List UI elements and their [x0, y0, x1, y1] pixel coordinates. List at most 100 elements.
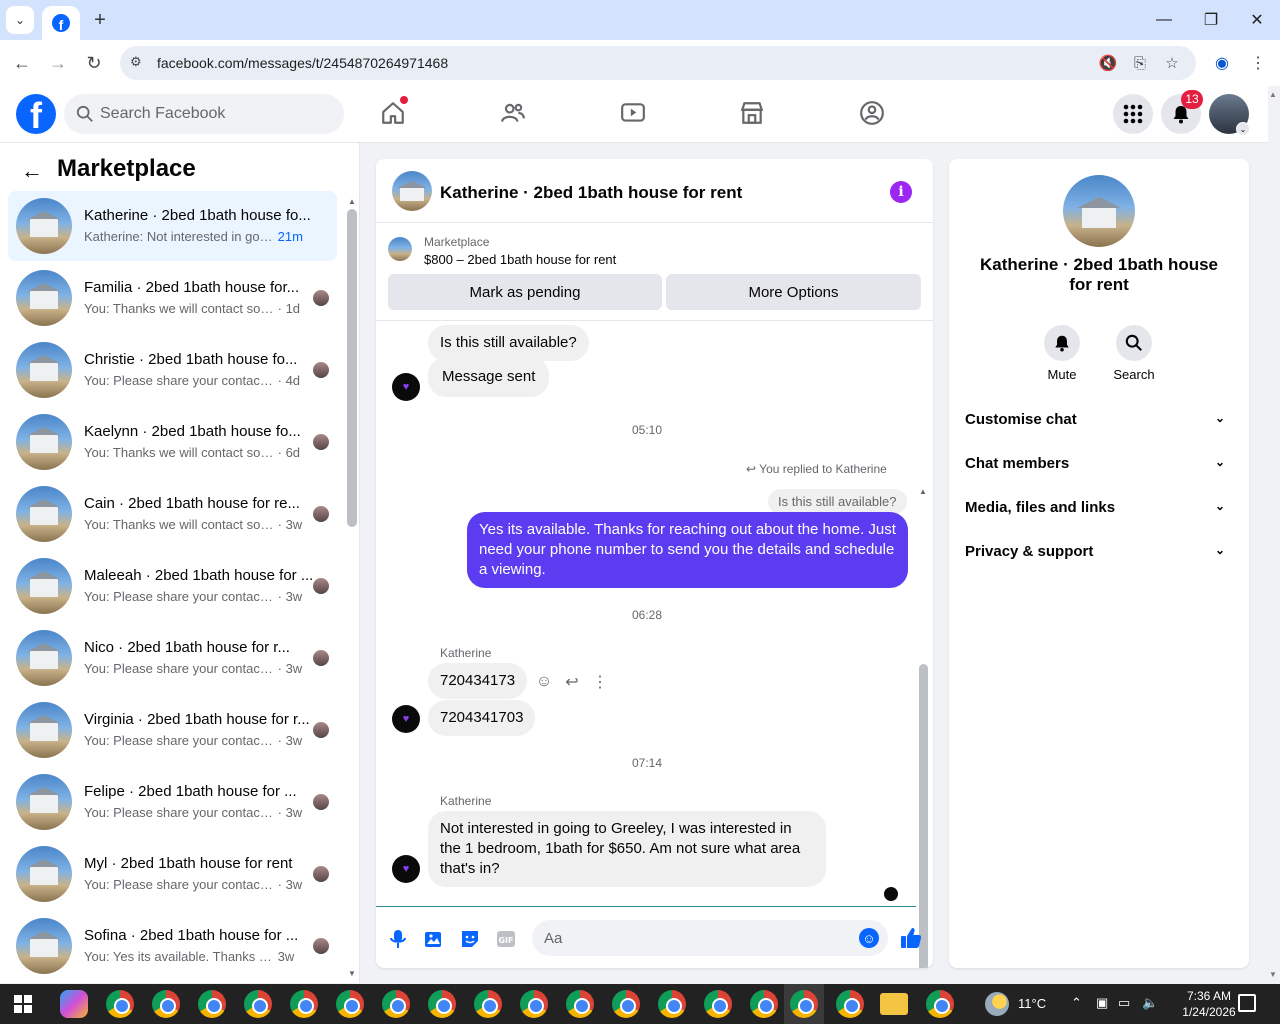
mute-action[interactable]: Mute [1032, 325, 1092, 382]
sender-avatar[interactable]: ♥ [392, 855, 420, 883]
nav-gaming[interactable] [857, 98, 887, 128]
conversation-item[interactable]: Maleeah · 2bed 1bath house for ... You: P… [8, 551, 337, 621]
sidebar-scroll-up[interactable]: ▲ [348, 197, 356, 206]
chrome-icon[interactable] [106, 990, 134, 1018]
chevron-up-icon[interactable]: ⌃ [1071, 995, 1082, 1011]
conversation-item[interactable]: Kaelynn · 2bed 1bath house fo... You: Tha… [8, 407, 337, 477]
tray-app-icon[interactable]: ▣ [1096, 995, 1108, 1011]
conversation-item[interactable]: Cain · 2bed 1bath house for re... You: Th… [8, 479, 337, 549]
site-settings-icon[interactable]: ⚙ [130, 54, 148, 72]
windows-start-icon[interactable] [14, 995, 32, 1013]
menu-button[interactable] [1113, 94, 1153, 134]
reload-button[interactable]: ↻ [81, 50, 107, 76]
message-bubble-incoming[interactable]: 7204341703 [428, 700, 536, 736]
sidebar-scroll-down[interactable]: ▼ [348, 969, 356, 978]
new-tab-button[interactable]: + [88, 8, 112, 32]
chrome-icon[interactable] [336, 990, 364, 1018]
profile-icon[interactable]: ◉ [1211, 52, 1233, 74]
replied-message-quote[interactable]: Is this still available? [768, 489, 907, 514]
muted-audio-icon[interactable]: 🔇 [1098, 53, 1118, 73]
message-input[interactable] [544, 920, 844, 956]
back-arrow-icon[interactable]: ← [20, 158, 44, 183]
gif-icon[interactable]: GIF [494, 927, 518, 951]
minimize-button[interactable]: — [1152, 8, 1176, 32]
contact-avatar[interactable] [1063, 175, 1135, 247]
tab-search-dropdown[interactable]: ⌄ [6, 6, 34, 34]
nav-home[interactable] [378, 96, 408, 128]
network-icon[interactable]: ▭ [1118, 995, 1130, 1011]
conversation-item[interactable]: Christie · 2bed 1bath house fo... You: Pl… [8, 335, 337, 405]
chrome-icon[interactable] [198, 990, 226, 1018]
reply-icon[interactable]: ↩ [561, 671, 583, 693]
conversation-item[interactable]: Felipe · 2bed 1bath house for ... You: Pl… [8, 767, 337, 837]
chrome-icon[interactable] [750, 990, 778, 1018]
notifications-button[interactable]: 13 [1161, 90, 1203, 134]
chrome-icon[interactable] [926, 990, 954, 1018]
chrome-icon[interactable] [520, 990, 548, 1018]
message-bubble-outgoing[interactable]: Yes its available. Thanks for reaching o… [467, 512, 908, 588]
message-bubble-incoming[interactable]: Message sent [428, 357, 550, 397]
facebook-logo[interactable]: f [16, 94, 56, 134]
browser-menu-icon[interactable]: ⋮ [1247, 52, 1269, 74]
emoji-icon[interactable]: ☺ [859, 928, 879, 948]
microphone-icon[interactable] [386, 927, 410, 951]
chrome-icon[interactable] [790, 990, 818, 1018]
search-action[interactable]: Search [1104, 325, 1164, 382]
more-options-button[interactable]: More Options [666, 274, 921, 310]
close-window-button[interactable]: ✕ [1245, 8, 1269, 32]
section-privacy-support[interactable]: Privacy & support ⌄ [965, 533, 1233, 573]
nav-marketplace[interactable] [737, 98, 767, 128]
section-chat-members[interactable]: Chat members ⌄ [965, 445, 1233, 485]
page-scroll-down-arrow[interactable]: ▼ [1269, 970, 1277, 979]
react-emoji-icon[interactable]: ☺ [533, 671, 555, 693]
chrome-icon[interactable] [474, 990, 502, 1018]
file-explorer-icon[interactable] [880, 993, 908, 1015]
temperature[interactable]: 11°C [1018, 996, 1046, 1011]
nav-watch[interactable] [618, 98, 648, 128]
bell-icon[interactable] [1044, 325, 1080, 361]
chrome-icon[interactable] [836, 990, 864, 1018]
address-bar[interactable]: ⚙ facebook.com/messages/t/24548702649714… [120, 46, 1196, 80]
sidebar-scrollbar[interactable] [347, 209, 357, 527]
search-icon[interactable] [1116, 325, 1152, 361]
chrome-icon[interactable] [382, 990, 410, 1018]
conversation-item[interactable]: Virginia · 2bed 1bath house for r... You:… [8, 695, 337, 765]
thread-scroll-up[interactable]: ▲ [919, 487, 927, 496]
chrome-icon[interactable] [566, 990, 594, 1018]
page-scroll-up-arrow[interactable]: ▲ [1269, 90, 1277, 99]
message-bubble-incoming[interactable]: 720434173 [428, 663, 528, 699]
conversation-item[interactable]: Nico · 2bed 1bath house for r... You: Ple… [8, 623, 337, 693]
photo-icon[interactable] [422, 927, 446, 951]
chrome-icon[interactable] [244, 990, 272, 1018]
message-bubble-incoming[interactable]: Is this still available? [428, 325, 589, 361]
notification-center-icon[interactable] [1238, 994, 1256, 1012]
sender-avatar[interactable]: ♥ [392, 373, 420, 401]
facebook-search[interactable] [64, 94, 344, 134]
chrome-icon[interactable] [612, 990, 640, 1018]
chat-title[interactable]: Katherine · 2bed 1bath house for rent [440, 183, 742, 203]
chrome-icon[interactable] [704, 990, 732, 1018]
weather-icon[interactable] [985, 992, 1009, 1016]
listing-title[interactable]: $800 – 2bed 1bath house for rent [424, 252, 616, 267]
chrome-icon[interactable] [428, 990, 456, 1018]
bookmark-star-icon[interactable]: ☆ [1162, 53, 1182, 73]
nav-friends[interactable] [498, 98, 528, 128]
section-media-files-links[interactable]: Media, files and links ⌄ [965, 489, 1233, 529]
forward-button[interactable]: → [45, 50, 71, 76]
more-actions-icon[interactable]: ⋮ [589, 671, 611, 693]
message-input-wrapper[interactable]: ☺ [532, 920, 888, 956]
chrome-icon[interactable] [152, 990, 180, 1018]
chrome-icon[interactable] [290, 990, 318, 1018]
volume-icon[interactable]: 🔈 [1142, 995, 1158, 1011]
chat-avatar[interactable] [392, 171, 432, 211]
listing-thumbnail[interactable] [388, 237, 412, 261]
clock[interactable]: 7:36 AM 1/24/2026 [1172, 988, 1246, 1020]
conversation-item[interactable]: Sofina · 2bed 1bath house for ... You: Ye… [8, 911, 337, 981]
chevron-down-icon[interactable]: ⌄ [1236, 122, 1250, 136]
copilot-icon[interactable] [60, 990, 88, 1018]
section-customise-chat[interactable]: Customise chat ⌄ [965, 401, 1233, 441]
thumbs-up-icon[interactable] [898, 925, 924, 951]
chrome-icon[interactable] [658, 990, 686, 1018]
restore-button[interactable]: ❐ [1199, 8, 1223, 32]
url-text[interactable]: facebook.com/messages/t/2454870264971468 [157, 55, 448, 71]
